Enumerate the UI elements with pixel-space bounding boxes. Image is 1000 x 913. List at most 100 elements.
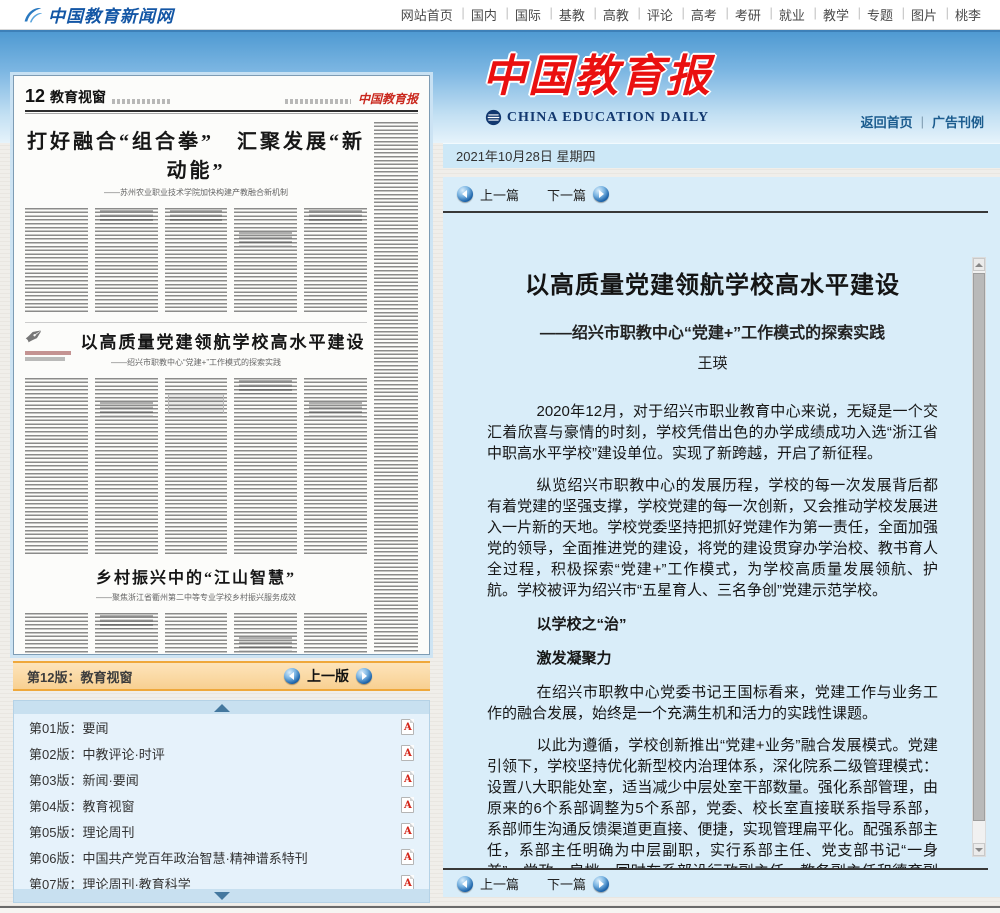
prev-page-icon[interactable] (284, 668, 300, 684)
newspaper-page-image[interactable]: 12 教育视窗 中国教育报 打好融合“组合拳” 汇聚发展“新动能” ——苏州农业… (13, 75, 430, 655)
article-nav-bottom: 上一篇 下一篇 (443, 870, 1000, 897)
prev-article-icon[interactable] (457, 186, 473, 202)
masthead-subtitle: CHINA EDUCATION DAILY (507, 110, 709, 126)
page-list-item[interactable]: 第01版：要闻 (14, 714, 429, 740)
page-list-item-label: 第04版：教育视窗 (29, 796, 134, 815)
pdf-icon[interactable] (401, 745, 414, 761)
page-list-item-label: 第01版：要闻 (29, 718, 108, 737)
page-list-item-label: 第02版：中教评论·时评 (29, 744, 165, 763)
newspaper-header-datetext (285, 99, 351, 104)
date-bar: 2021年10月28日 星期四 (443, 143, 1000, 168)
site-logo[interactable]: 中国教育新闻网 (22, 2, 174, 27)
top-nav-link[interactable]: 高考 (682, 5, 726, 24)
page-list-item[interactable]: 第07版：理论周刊·教育科学 (14, 870, 429, 891)
article-scroll-area: 以高质量党建领航学校高水平建设 ——绍兴市职教中心“党建+”工作模式的探索实践 … (443, 213, 1000, 868)
article-paragraph: 以此为遵循，学校创新推出“党建+业务”融合发展模式。党建引领下，学校坚持优化新型… (487, 735, 938, 868)
next-article-icon[interactable] (593, 876, 609, 892)
prev-article-icon[interactable] (457, 876, 473, 892)
page-list-item[interactable]: 第05版：理论周刊 (14, 818, 429, 844)
paper-subtitle-1: ——苏州农业职业技术学院加快构建产教融合新机制 (25, 187, 367, 198)
top-nav-link[interactable]: 基教 (550, 5, 594, 24)
current-page-bar: 第12版：教育视窗 上一版 (13, 661, 430, 691)
scrollbar-up-button[interactable] (973, 258, 985, 271)
top-nav-link[interactable]: 就业 (770, 5, 814, 24)
paper-article2-columns (25, 374, 367, 556)
site-logo-icon (22, 4, 43, 25)
top-nav-link[interactable]: 国际 (506, 5, 550, 24)
page-list-item[interactable]: 第03版：新闻·要闻 (14, 766, 429, 792)
article-title: 以高质量党建领航学校高水平建设 (487, 265, 938, 300)
top-nav-link[interactable]: 国内 (462, 5, 506, 24)
site-logo-text: 中国教育新闻网 (48, 2, 174, 27)
next-article-button[interactable]: 下一篇 (547, 874, 586, 893)
article-paragraph: 在绍兴市职教中心党委书记王国标看来，党建工作与业务工作的融合发展，始终是一个充满… (487, 682, 938, 724)
masthead: 中国教育报 CHINA EDUCATION DAILY (452, 48, 742, 126)
pdf-icon[interactable] (401, 849, 414, 865)
page-list-scroll-up[interactable] (14, 701, 429, 714)
top-nav-link[interactable]: 考研 (726, 5, 770, 24)
article-subtitle: ——绍兴市职教中心“党建+”工作模式的探索实践 (487, 319, 938, 343)
article-content: 以高质量党建领航学校高水平建设 ——绍兴市职教中心“党建+”工作模式的探索实践 … (443, 213, 1000, 868)
scrollbar[interactable] (972, 257, 986, 857)
ad-link[interactable]: 广告刊例 (932, 112, 984, 131)
next-page-icon[interactable] (356, 668, 372, 684)
page-list-item-label: 第03版：新闻·要闻 (29, 770, 139, 789)
newspaper-page-number: 12 (25, 86, 45, 107)
newspaper-header: 12 教育视窗 中国教育报 (25, 85, 418, 107)
article-body: 2020年12月，对于绍兴市职业教育中心来说，无疑是一个交汇着欣喜与豪情的时刻，… (487, 401, 938, 868)
prev-page-button[interactable]: 上一版 (307, 666, 349, 686)
paper-headline-3[interactable]: 乡村振兴中的“江山智慧” (25, 564, 367, 588)
pdf-icon[interactable] (401, 797, 414, 813)
next-article-button[interactable]: 下一篇 (547, 185, 586, 204)
article-paragraph: 以学校之“治” (487, 614, 938, 635)
paper-sidebar-column (374, 118, 418, 655)
article-paragraph: 纵览绍兴市职教中心的发展历程，学校的每一次发展背后都有着党建的坚强支撑，学校党建… (487, 475, 938, 601)
top-nav-link[interactable]: 专题 (858, 5, 902, 24)
paper-subtitle-3: ——聚焦浙江省衢州第二中等专业学校乡村振兴服务成效 (25, 592, 367, 603)
top-nav-link[interactable]: 评论 (638, 5, 682, 24)
article-paragraph: 2020年12月，对于绍兴市职业教育中心来说，无疑是一个交汇着欣喜与豪情的时刻，… (487, 401, 938, 464)
scrollbar-thumb[interactable] (973, 273, 985, 821)
top-nav-link[interactable]: 教学 (814, 5, 858, 24)
page-list-item-label: 第05版：理论周刊 (29, 822, 134, 841)
down-triangle-icon (214, 892, 230, 900)
page-list-item-label: 第06版：中国共产党百年政治智慧·精神谱系特刊 (29, 848, 308, 867)
link-separator: | (921, 114, 924, 129)
current-page-label: 第12版：教育视窗 (27, 667, 132, 686)
paper-headline-2[interactable]: 以高质量党建领航学校高水平建设 (79, 328, 367, 353)
page-list-item[interactable]: 第04版：教育视窗 (14, 792, 429, 818)
page-list-item[interactable]: 第02版：中教评论·时评 (14, 740, 429, 766)
paper-headline-1[interactable]: 打好融合“组合拳” 汇聚发展“新动能” (25, 125, 367, 183)
cedaily-logo-icon (485, 109, 502, 126)
top-nav-link[interactable]: 桃李 (946, 5, 990, 24)
newspaper-header-smalltext (112, 99, 170, 104)
paper-article2-block: ✒ 以高质量党建领航学校高水平建设 ——绍兴市职教中心“党建+”工作模式的探索实… (25, 322, 367, 556)
page-list-scroll-down[interactable] (14, 889, 429, 902)
masthead-title: 中国教育报 (452, 48, 742, 106)
article-nav-top: 上一篇 下一篇 (443, 177, 1000, 211)
article-author: 王瑛 (487, 352, 938, 373)
top-nav-link[interactable]: 高教 (594, 5, 638, 24)
newspaper-section-name: 教育视窗 (50, 87, 106, 107)
newspaper-brand: 中国教育报 (358, 90, 418, 107)
feather-pen-icon: ✒ (25, 325, 77, 377)
prev-article-button[interactable]: 上一篇 (480, 874, 519, 893)
top-nav-link[interactable]: 网站首页 (392, 5, 462, 24)
pdf-icon[interactable] (401, 823, 414, 839)
article-panel: 上一篇 下一篇 以高质量党建领航学校高水平建设 ——绍兴市职教中心“党建+”工作… (443, 177, 1000, 897)
masthead-subtitle-row: CHINA EDUCATION DAILY (452, 109, 742, 126)
paper-article3-columns (25, 609, 367, 655)
paper-article1-columns (25, 204, 367, 314)
scroll-down-arrow-icon (975, 848, 983, 852)
page-list-item[interactable]: 第06版：中国共产党百年政治智慧·精神谱系特刊 (14, 844, 429, 870)
home-link[interactable]: 返回首页 (861, 112, 913, 131)
next-article-icon[interactable] (593, 186, 609, 202)
pdf-icon[interactable] (401, 771, 414, 787)
scrollbar-down-button[interactable] (973, 843, 985, 856)
page-list-panel: 第01版：要闻 第02版：中教评论·时评 第03版：新闻·要闻 第04版：教育视… (13, 700, 430, 903)
prev-article-button[interactable]: 上一篇 (480, 185, 519, 204)
pdf-icon[interactable] (401, 719, 414, 735)
top-nav-link[interactable]: 图片 (902, 5, 946, 24)
page-bar-nav: 上一版 (284, 666, 372, 686)
article-paragraph: 激发凝聚力 (487, 648, 938, 669)
